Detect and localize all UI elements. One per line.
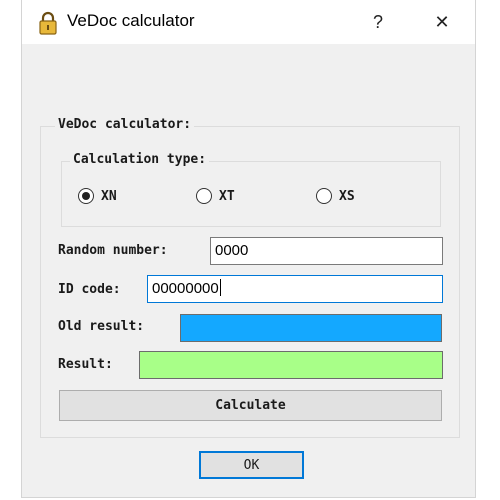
close-icon: ✕ bbox=[434, 11, 450, 32]
radio-xt[interactable]: XT bbox=[196, 188, 235, 204]
calculation-type-group bbox=[61, 161, 441, 227]
calculate-button[interactable]: Calculate bbox=[59, 390, 442, 421]
radio-xn[interactable]: XN bbox=[78, 188, 117, 204]
random-number-value: 0000 bbox=[215, 242, 249, 259]
group-label: VeDoc calculator: bbox=[55, 117, 195, 132]
random-number-input[interactable]: 0000 bbox=[210, 237, 443, 265]
result-field[interactable] bbox=[139, 351, 443, 379]
radio-xt-circle[interactable] bbox=[196, 188, 212, 204]
radio-xn-circle[interactable] bbox=[78, 188, 94, 204]
result-label: Result: bbox=[58, 357, 113, 372]
padlock-icon bbox=[39, 11, 57, 35]
calculate-button-label: Calculate bbox=[215, 398, 286, 413]
text-caret bbox=[219, 279, 221, 296]
radio-xs-circle[interactable] bbox=[316, 188, 332, 204]
random-number-label: Random number: bbox=[58, 243, 168, 258]
old-result-field[interactable] bbox=[180, 314, 442, 342]
window-title: VeDoc calculator bbox=[67, 11, 195, 30]
id-code-value: 00000000 bbox=[152, 280, 219, 297]
vedoc-calculator-dialog: VeDoc calculator ? ✕ VeDoc calculator: C… bbox=[21, 0, 476, 498]
title-bar: VeDoc calculator ? ✕ bbox=[22, 0, 475, 44]
ok-button[interactable]: OK bbox=[199, 451, 304, 479]
radio-xs[interactable]: XS bbox=[316, 188, 355, 204]
radio-xt-label: XT bbox=[219, 188, 235, 204]
id-code-label: ID code: bbox=[58, 282, 121, 297]
calculation-type-label: Calculation type: bbox=[70, 152, 210, 167]
radio-xn-label: XN bbox=[101, 188, 117, 204]
radio-xs-label: XS bbox=[339, 188, 355, 204]
help-button[interactable]: ? bbox=[358, 4, 398, 40]
old-result-label: Old result: bbox=[58, 319, 145, 334]
id-code-input[interactable]: 00000000 bbox=[147, 275, 443, 303]
ok-button-label: OK bbox=[243, 457, 260, 473]
close-button[interactable]: ✕ bbox=[422, 4, 462, 40]
